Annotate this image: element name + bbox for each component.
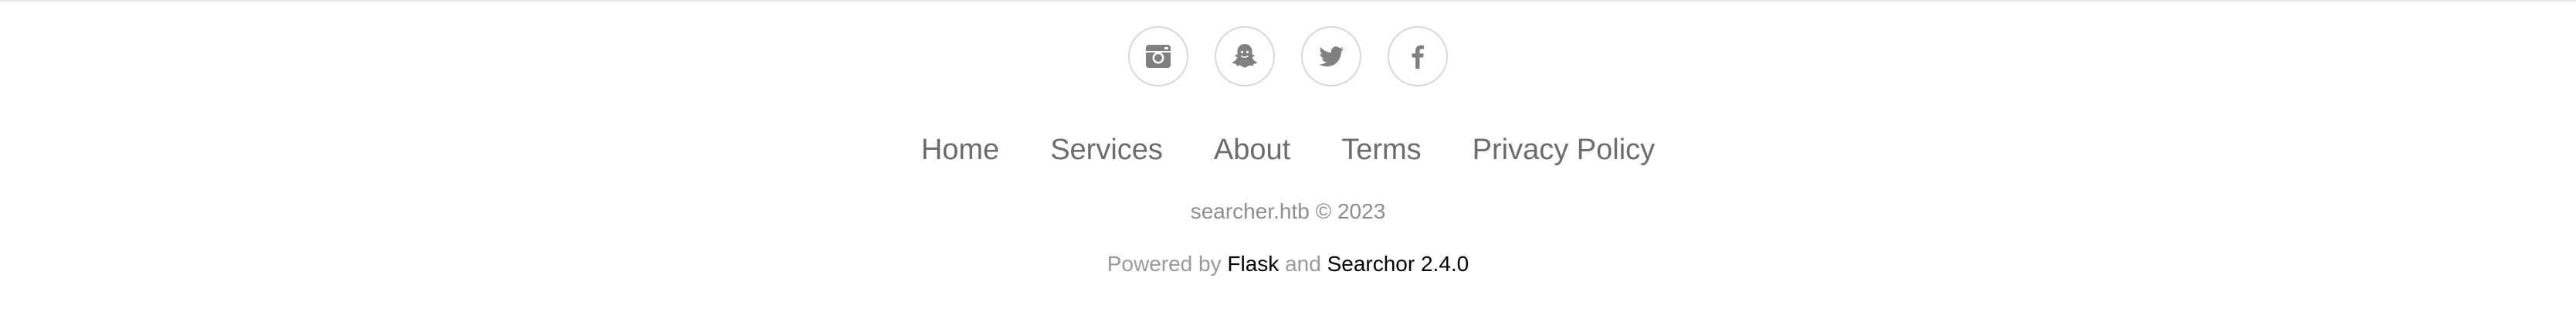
social-instagram-button[interactable] <box>1128 26 1188 86</box>
social-twitter-button[interactable] <box>1301 26 1361 86</box>
footer: Home Services About Terms Privacy Policy… <box>0 0 2576 312</box>
social-links <box>0 26 2576 86</box>
instagram-icon <box>1146 45 1171 68</box>
powered-by-prefix: Powered by <box>1107 252 1222 276</box>
powered-by-and: and <box>1285 252 1321 276</box>
nav-link-terms[interactable]: Terms <box>1341 131 1421 168</box>
nav-link-services[interactable]: Services <box>1050 131 1163 168</box>
social-snapchat-button[interactable] <box>1215 26 1275 86</box>
twitter-icon <box>1319 46 1344 66</box>
powered-by-line: Powered by Flask and Searchor 2.4.0 <box>0 250 2576 278</box>
searchor-link[interactable]: Searchor 2.4.0 <box>1327 252 1469 276</box>
copyright-text: searcher.htb © 2023 <box>1190 199 1386 223</box>
nav-link-about[interactable]: About <box>1214 131 1290 168</box>
flask-link[interactable]: Flask <box>1227 252 1279 276</box>
snapchat-icon <box>1232 44 1257 68</box>
nav-link-privacy-policy[interactable]: Privacy Policy <box>1473 131 1656 168</box>
nav-link-home[interactable]: Home <box>921 131 999 168</box>
footer-nav: Home Services About Terms Privacy Policy <box>0 131 2576 168</box>
social-facebook-button[interactable] <box>1388 26 1448 86</box>
facebook-icon <box>1412 45 1424 69</box>
